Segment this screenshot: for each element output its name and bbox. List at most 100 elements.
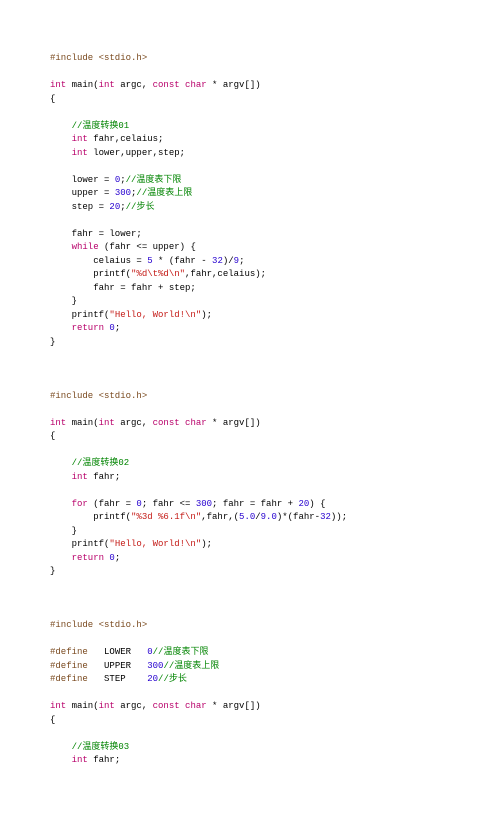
string: "Hello, World!\n" [109,539,201,549]
args: )); [331,512,347,522]
kw-return: return [72,553,104,563]
param: * argv[]) [207,418,261,428]
include-directive: #include [50,620,99,630]
semi: ; [239,256,244,266]
type-char: char [185,701,207,711]
comment: //温度转换02 [72,458,130,468]
stmt: printf( [50,269,131,279]
kw-while: while [72,242,99,252]
stmt: printf( [50,539,109,549]
type-int: int [72,148,88,158]
define-directive: #define [50,674,88,684]
define-name: LOWER [88,647,147,657]
semi: ; [115,553,120,563]
number: 32 [212,256,223,266]
string: "%d\t%d\n" [131,269,185,279]
kw-const: const [153,701,180,711]
op: * (fahr - [153,256,212,266]
kw-const: const [153,80,180,90]
stmt: printf( [50,512,131,522]
brace-open: { [50,94,55,104]
number: 32 [320,512,331,522]
stmt: fahr = lower; [50,229,142,239]
code-listing: #include <stdio.h> int main(int argc, co… [50,52,450,768]
args: )*(fahr- [277,512,320,522]
decl: fahr; [88,472,120,482]
number: 20 [147,674,158,684]
type-int: int [72,134,88,144]
type-int: int [72,472,88,482]
decl: lower,upper,step; [88,148,185,158]
kw-for: for [72,499,88,509]
param: * argv[]) [207,80,261,90]
stmt: upper = [50,188,115,198]
semi: ; [115,323,120,333]
stmt: printf( [50,310,109,320]
comment: //温度表下限 [126,175,182,185]
decl: fahr; [88,755,120,765]
type-char: char [185,80,207,90]
op: )/ [223,256,234,266]
include-header: <stdio.h> [99,620,148,630]
include-header: <stdio.h> [99,391,148,401]
param: * argv[]) [207,701,261,711]
comment: //温度表上限 [136,188,192,198]
brace-close: } [50,337,55,347]
brace-close: } [50,526,77,536]
type-int: int [99,418,115,428]
comment: //温度表下限 [153,647,209,657]
cond: (fahr <= upper) { [99,242,196,252]
comment: //步长 [158,674,187,684]
number: 300 [196,499,212,509]
number: 300 [115,188,131,198]
type-int: int [72,755,88,765]
param: argc, [115,701,153,711]
for-head: ; fahr <= [142,499,196,509]
comment: //温度表上限 [163,661,219,671]
string: "Hello, World!\n" [109,310,201,320]
number: 5.0 [239,512,255,522]
for-head: ; fahr = fahr + [212,499,298,509]
stmt: step = [50,202,109,212]
comment: //步长 [126,202,155,212]
param: argc, [115,418,153,428]
number: 20 [298,499,309,509]
param: argc, [115,80,153,90]
stmt: celaius = [50,256,147,266]
type-int: int [99,80,115,90]
semi: ); [201,539,212,549]
include-directive: #include [50,53,99,63]
define-name: STEP [88,674,147,684]
stmt: lower = [50,175,115,185]
brace-close: } [50,296,77,306]
fn-main: main( [66,418,98,428]
string: "%3d %6.1f\n" [131,512,201,522]
comment: //温度转换01 [72,121,130,131]
type-int: int [50,80,66,90]
include-header: <stdio.h> [99,53,148,63]
define-directive: #define [50,647,88,657]
brace-close: } [50,566,55,576]
type-int: int [50,701,66,711]
define-name: UPPER [88,661,147,671]
define-directive: #define [50,661,88,671]
fn-main: main( [66,701,98,711]
include-directive: #include [50,391,99,401]
type-char: char [185,418,207,428]
kw-return: return [72,323,104,333]
type-int: int [50,418,66,428]
stmt: fahr = fahr + step; [50,283,196,293]
fn-main: main( [66,80,98,90]
comment: //温度转换03 [72,742,130,752]
args: ,fahr,celaius); [185,269,266,279]
for-head: ) { [309,499,325,509]
args: ,fahr,( [201,512,239,522]
brace-open: { [50,431,55,441]
semi: ); [201,310,212,320]
for-head: (fahr = [88,499,137,509]
number: 20 [109,202,120,212]
kw-const: const [153,418,180,428]
brace-open: { [50,715,55,725]
number: 9.0 [261,512,277,522]
type-int: int [99,701,115,711]
